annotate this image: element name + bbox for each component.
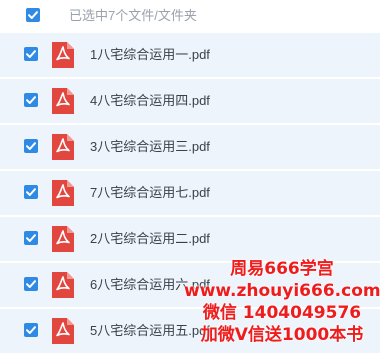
file-row[interactable]: 1八宅综合运用一.pdf bbox=[0, 33, 380, 77]
checkmark-icon bbox=[26, 188, 36, 196]
select-all-checkbox[interactable] bbox=[26, 8, 40, 22]
file-checkbox[interactable] bbox=[24, 93, 38, 107]
file-name[interactable]: 7八宅综合运用七.pdf bbox=[90, 184, 210, 202]
pdf-icon bbox=[52, 134, 74, 160]
checkmark-icon bbox=[26, 50, 36, 58]
file-checkbox[interactable] bbox=[24, 323, 38, 337]
file-checkbox[interactable] bbox=[24, 139, 38, 153]
pdf-icon bbox=[52, 180, 74, 206]
pdf-icon bbox=[52, 272, 74, 298]
checkmark-icon bbox=[26, 234, 36, 242]
promo-watermark: 周易666学宫 www.zhouyi666.com 微信 1404049576 … bbox=[184, 258, 380, 346]
watermark-line: www.zhouyi666.com bbox=[184, 281, 380, 301]
file-checkbox[interactable] bbox=[24, 231, 38, 245]
watermark-line: 微信 1404049576 bbox=[202, 303, 362, 323]
checkmark-icon bbox=[26, 96, 36, 104]
file-row[interactable]: 4八宅综合运用四.pdf bbox=[0, 79, 380, 123]
file-name[interactable]: 3八宅综合运用三.pdf bbox=[90, 138, 210, 156]
file-checkbox[interactable] bbox=[24, 277, 38, 291]
selected-count-text: 已选中7个文件/文件夹 bbox=[69, 8, 197, 23]
pdf-icon bbox=[52, 88, 74, 114]
select-all-row[interactable]: 已选中7个文件/文件夹 bbox=[0, 0, 380, 32]
file-name[interactable]: 4八宅综合运用四.pdf bbox=[90, 92, 210, 110]
file-checkbox[interactable] bbox=[24, 47, 38, 61]
file-row[interactable]: 7八宅综合运用七.pdf bbox=[0, 171, 380, 215]
checkmark-icon bbox=[28, 11, 38, 19]
watermark-line: 周易666学宫 bbox=[230, 259, 334, 279]
pdf-icon bbox=[52, 226, 74, 252]
watermark-line: 加微V信送1000本书 bbox=[200, 325, 364, 345]
file-row[interactable]: 3八宅综合运用三.pdf bbox=[0, 125, 380, 169]
checkmark-icon bbox=[26, 142, 36, 150]
pdf-icon bbox=[52, 318, 74, 344]
pdf-icon bbox=[52, 42, 74, 68]
checkmark-icon bbox=[26, 326, 36, 334]
file-row[interactable]: 2八宅综合运用二.pdf bbox=[0, 217, 380, 261]
file-checkbox[interactable] bbox=[24, 185, 38, 199]
checkmark-icon bbox=[26, 280, 36, 288]
file-name[interactable]: 1八宅综合运用一.pdf bbox=[90, 46, 210, 64]
file-selection-panel: 已选中7个文件/文件夹 1八宅综合运用一.pdf 4八宅综合运用四.pdf 3八… bbox=[0, 0, 380, 354]
file-name[interactable]: 2八宅综合运用二.pdf bbox=[90, 230, 210, 248]
